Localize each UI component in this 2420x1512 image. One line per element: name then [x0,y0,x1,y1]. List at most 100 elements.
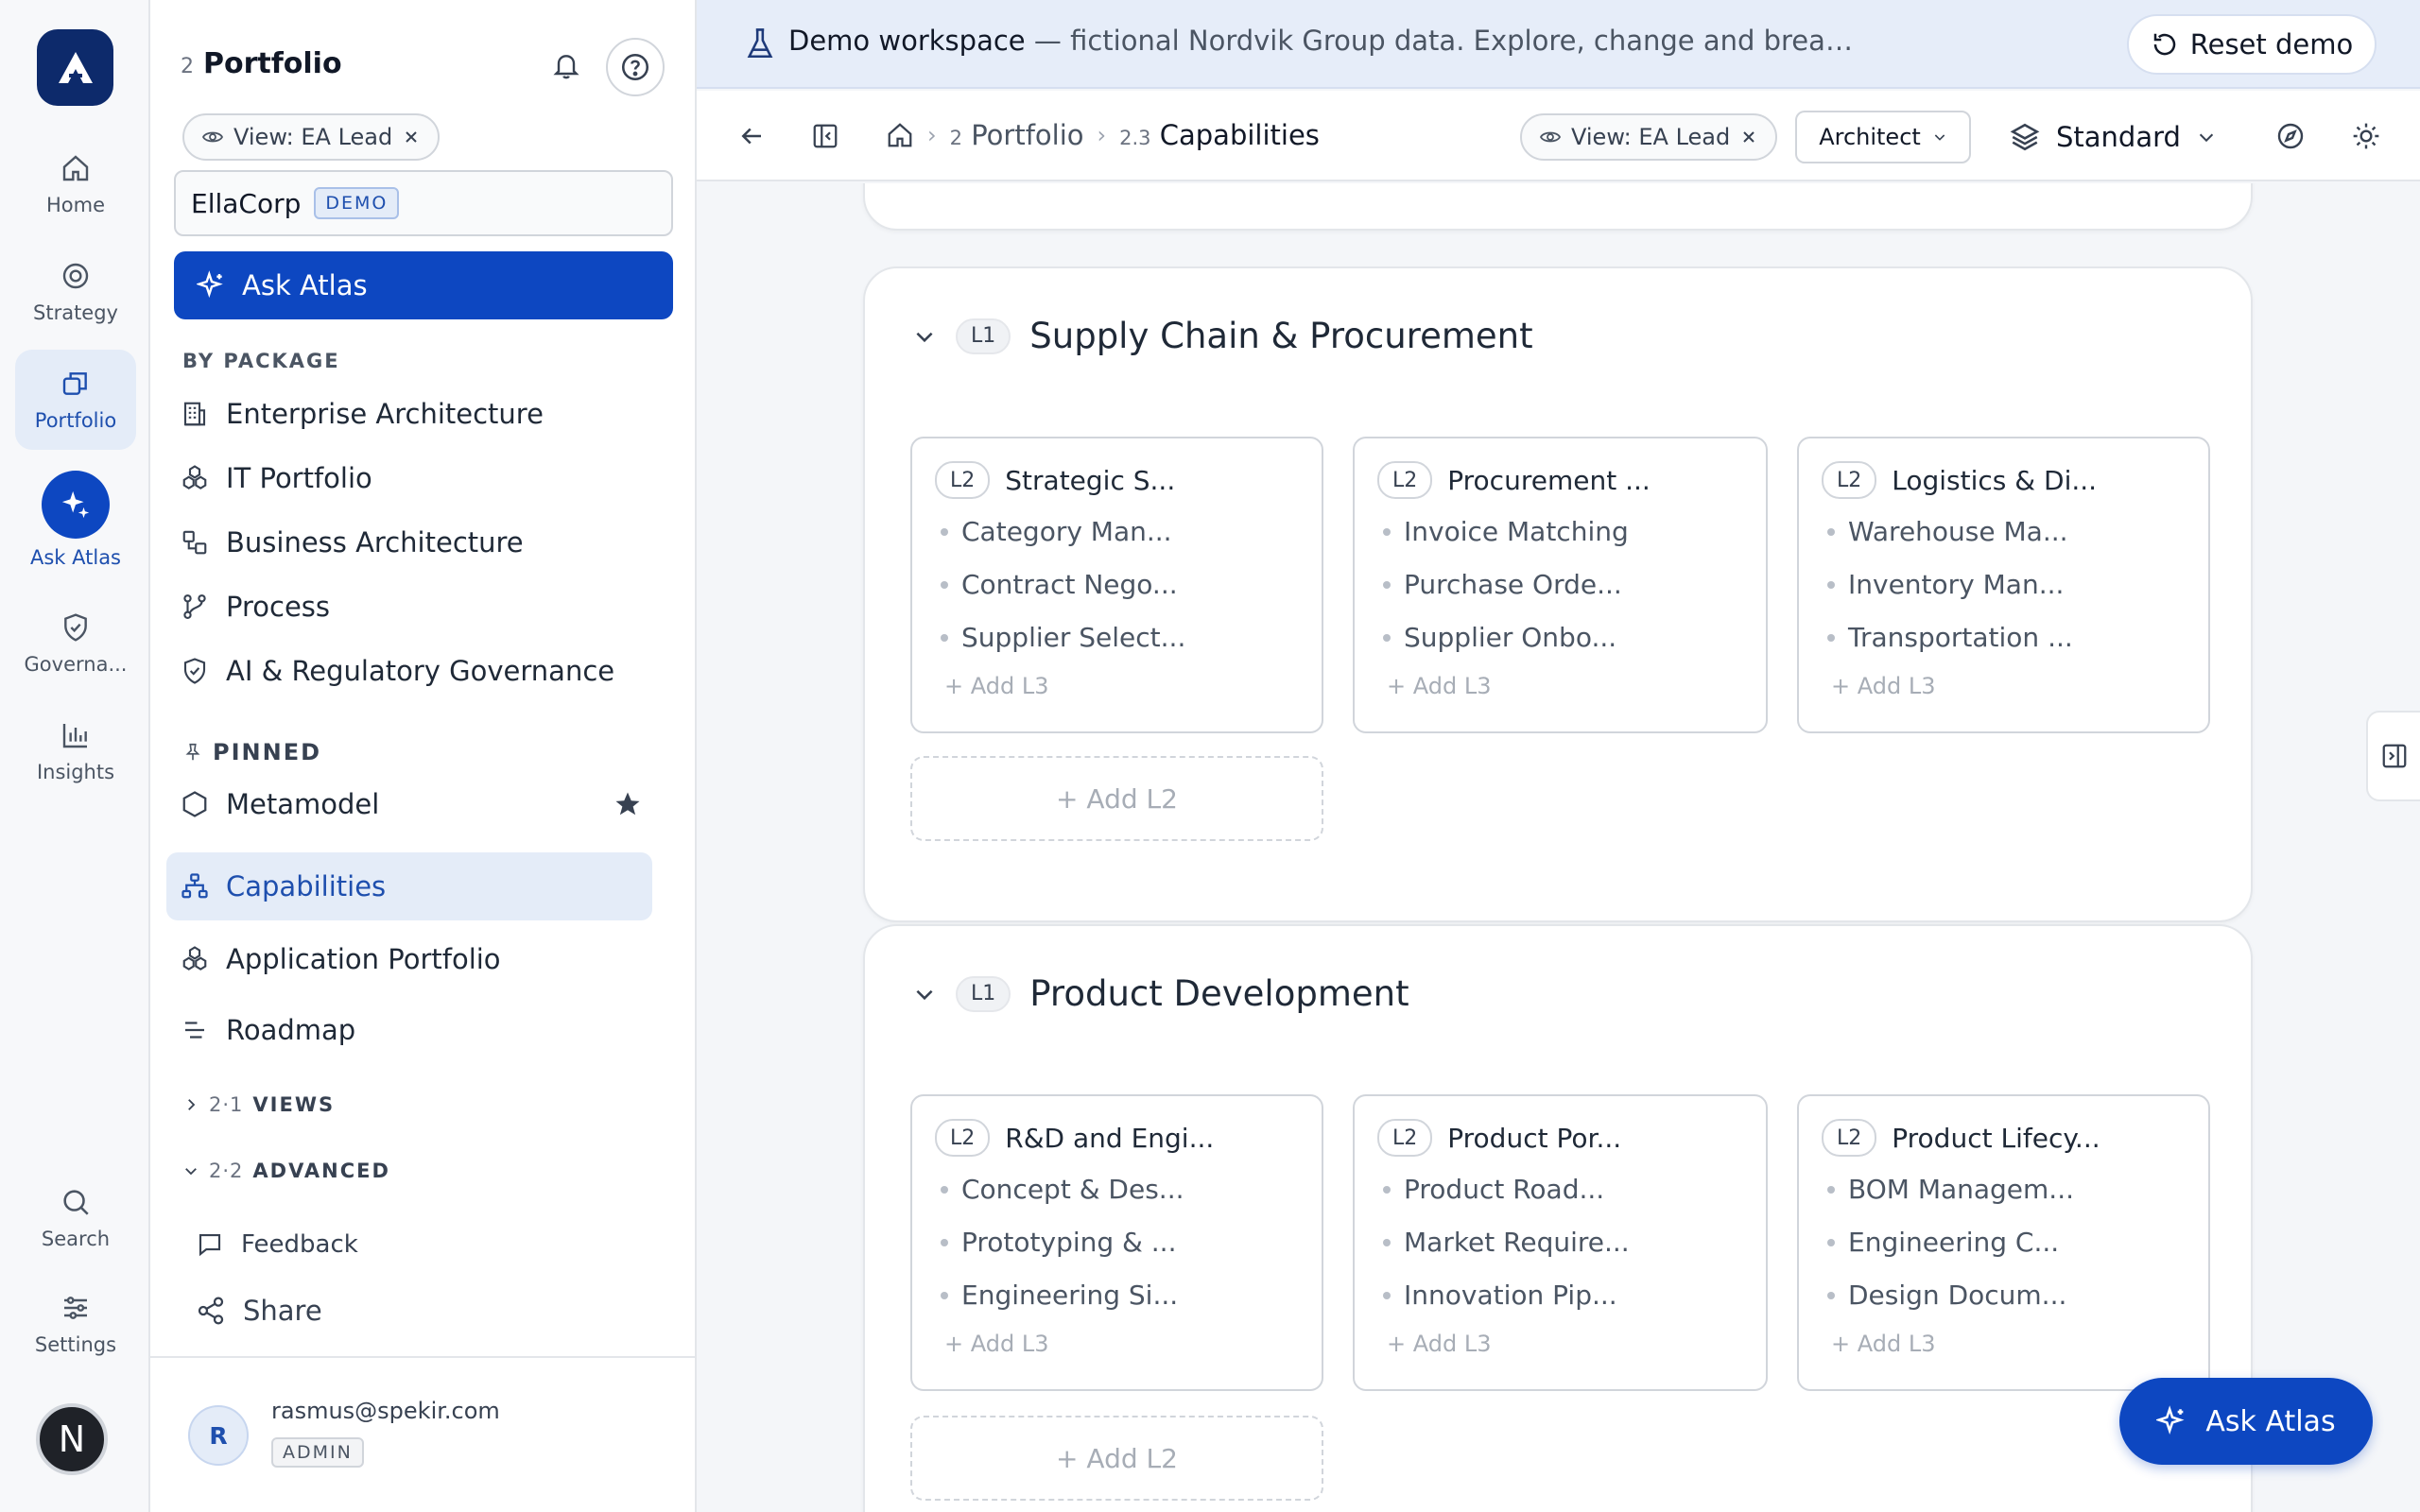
l3-item[interactable]: Purchase Orde... [1383,569,1622,600]
package-ai-regulatory-governance[interactable]: AI & Regulatory Governance [181,647,614,695]
advanced-section-toggle[interactable]: 2·2 ADVANCED [182,1160,390,1182]
l3-item[interactable]: Contract Nego... [941,569,1178,600]
l3-item[interactable]: Supplier Onbo... [1383,622,1616,653]
view-filter-chip[interactable]: View: EA Lead [182,113,441,161]
explore-button[interactable] [2273,119,2308,153]
bullet [1383,633,1391,642]
add-l3-button[interactable]: + Add L3 [1387,1331,1491,1357]
bullet [1383,580,1391,589]
user-profile[interactable]: R rasmus@spekir.com ADMIN [150,1356,695,1512]
share-label: Share [243,1295,322,1327]
help-button[interactable] [606,38,665,96]
reset-demo-button[interactable]: Reset demo [2127,14,2377,75]
ask-atlas-fab[interactable]: Ask Atlas [2119,1378,2373,1465]
rail-item-portfolio[interactable]: Portfolio [15,350,136,450]
add-l2-button[interactable]: + Add L2 [910,1416,1323,1501]
ask-atlas-fab-label: Ask Atlas [2205,1404,2336,1438]
close-icon[interactable] [402,128,421,146]
views-section-toggle[interactable]: 2·1 VIEWS [182,1093,335,1116]
l3-item[interactable]: Inventory Man... [1827,569,2064,600]
ask-atlas-button[interactable]: Ask Atlas [174,251,673,319]
l2-card[interactable]: L2 Strategic S... Category Man... Contrac… [910,437,1323,733]
portfolio-icon [60,368,92,400]
l3-item[interactable]: Product Road... [1383,1174,1604,1205]
pinned-item-capabilities[interactable]: Capabilities [166,852,652,920]
add-l3-button[interactable]: + Add L3 [1831,673,1935,699]
add-l3-button[interactable]: + Add L3 [944,1331,1048,1357]
workspace-avatar[interactable]: N [36,1403,108,1475]
package-business-architecture[interactable]: Business Architecture [181,519,524,566]
l2-card[interactable]: L2 Product Por... Product Road... Market … [1353,1094,1768,1391]
l2-card[interactable]: L2 R&D and Engi... Concept & Des... Proto… [910,1094,1323,1391]
l3-item[interactable]: BOM Managem... [1827,1174,2074,1205]
l3-item[interactable]: Prototyping & ... [941,1227,1177,1258]
workspace-selector[interactable]: EllaCorp DEMO [174,170,673,236]
l2-header: L2 Strategic S... [935,461,1175,499]
add-l3-button[interactable]: + Add L3 [944,673,1048,699]
notifications-button[interactable] [547,47,585,85]
level-badge: L2 [935,461,991,499]
chevron-down-icon[interactable] [912,982,937,1006]
bullet [941,580,948,589]
rail-item-ask-atlas[interactable]: Ask Atlas [15,463,136,576]
toggle-sidebar-button[interactable] [808,119,842,153]
l2-title: Procurement ... [1447,464,1651,496]
l3-item[interactable]: Design Docum... [1827,1280,2066,1311]
back-button[interactable] [735,119,769,153]
view-filter-chip[interactable]: View: EA Lead [1520,113,1778,161]
l2-card[interactable]: L2 Logistics & Di... Warehouse Ma... Inve… [1797,437,2210,733]
feedback-label: Feedback [241,1230,358,1259]
detail-level-select[interactable]: Standard [2009,113,2217,161]
demo-banner-strong: Demo workspace [788,25,1026,57]
pinned-item-metamodel[interactable]: Metamodel [181,779,672,830]
user-email: rasmus@spekir.com [271,1398,500,1424]
reset-icon [2153,33,2175,56]
l3-item[interactable]: Concept & Des... [941,1174,1184,1205]
l3-item[interactable]: Warehouse Ma... [1827,516,2068,547]
l1-header[interactable]: L1 Product Development [912,973,1409,1014]
app-logo[interactable] [37,29,113,106]
l3-item[interactable]: Market Require... [1383,1227,1630,1258]
home-icon[interactable] [886,121,914,149]
rail-item-insights[interactable]: Insights [15,701,136,801]
l1-header[interactable]: L1 Supply Chain & Procurement [912,316,1533,356]
pinned-item-application-portfolio[interactable]: Application Portfolio [181,934,672,985]
rail-item-home[interactable]: Home [15,134,136,234]
breadcrumb-portfolio[interactable]: 2 Portfolio [950,119,1084,151]
l3-item[interactable]: Category Man... [941,516,1172,547]
rail-item-strategy[interactable]: Strategy [15,242,136,342]
add-l3-button[interactable]: + Add L3 [1831,1331,1935,1357]
shapes-icon [181,528,209,557]
l2-header: L2 Product Por... [1377,1119,1621,1157]
right-panel-toggle[interactable] [2366,711,2420,801]
package-it-portfolio[interactable]: IT Portfolio [181,455,372,502]
l3-item[interactable]: Transportation ... [1827,622,2073,653]
chevron-down-icon[interactable] [912,324,937,349]
eye-icon [201,131,224,143]
add-l2-button[interactable]: + Add L2 [910,756,1323,841]
share-link[interactable]: Share [196,1295,322,1327]
pinned-item-roadmap[interactable]: Roadmap [181,1005,672,1056]
l1-title: Supply Chain & Procurement [1029,316,1533,356]
theme-toggle-button[interactable] [2349,119,2383,153]
l2-card[interactable]: L2 Procurement ... Invoice Matching Purch… [1353,437,1768,733]
l3-item[interactable]: Invoice Matching [1383,516,1629,547]
rail-label: Governa... [24,653,128,676]
rail-item-governance[interactable]: Governa... [15,593,136,694]
add-l3-button[interactable]: + Add L3 [1387,673,1491,699]
l3-item[interactable]: Innovation Pip... [1383,1280,1617,1311]
package-process[interactable]: Process [181,583,330,630]
l3-item[interactable]: Supplier Select... [941,622,1185,653]
close-icon[interactable] [1739,128,1758,146]
l3-item[interactable]: Engineering C... [1827,1227,2059,1258]
rail-item-search[interactable]: Search [15,1168,136,1268]
rail-item-settings[interactable]: Settings [15,1274,136,1374]
search-icon [60,1186,92,1218]
star-icon[interactable] [614,790,642,818]
role-select[interactable]: Architect [1795,111,1971,163]
l2-card[interactable]: L2 Product Lifecy... BOM Managem... Engin… [1797,1094,2210,1391]
package-enterprise-architecture[interactable]: Enterprise Architecture [181,390,544,438]
demo-banner-rest: — fictional Nordvik Group data. Explore,… [1033,25,1857,57]
feedback-link[interactable]: Feedback [196,1230,358,1259]
l3-item[interactable]: Engineering Si... [941,1280,1178,1311]
